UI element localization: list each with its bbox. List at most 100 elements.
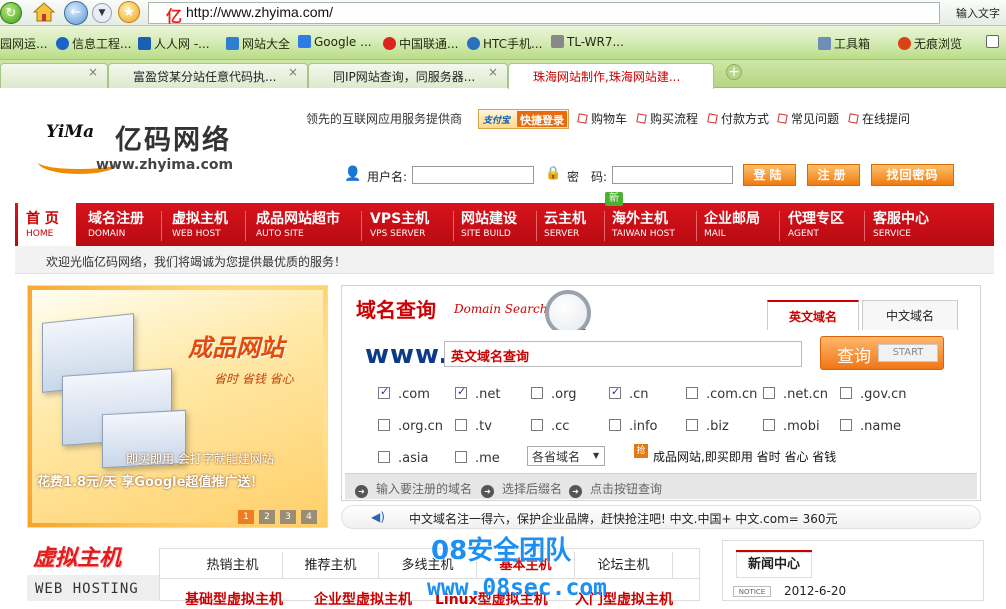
tld-checkbox[interactable]: .biz — [686, 419, 729, 434]
nav-overseas-host[interactable]: 海外主机 TAIWAN HOST — [612, 203, 696, 246]
username-input[interactable] — [412, 166, 534, 184]
bookmark-item[interactable]: 网站大全 — [226, 35, 290, 52]
checkbox[interactable] — [531, 387, 543, 399]
purchase-flow-link[interactable]: 购买流程 — [636, 110, 698, 127]
history-dropdown-icon[interactable]: ▼ — [92, 3, 112, 23]
bookmark-item[interactable]: HTC手机... — [467, 35, 542, 52]
bookmark-item[interactable]: 中国联通... — [383, 35, 458, 52]
browser-tab[interactable]: 富盈贷某分站任意代码执... — [108, 63, 308, 88]
cart-link[interactable]: 购物车 — [577, 110, 627, 127]
tld-checkbox[interactable]: .com.cn — [686, 387, 757, 402]
tld-checkbox[interactable]: .info — [609, 419, 658, 434]
checkbox[interactable] — [840, 387, 852, 399]
banner-page-2[interactable]: 2 — [259, 510, 275, 524]
checkbox[interactable] — [455, 419, 467, 431]
user-icon: 👤 — [344, 166, 362, 182]
browser-tab[interactable]: 同IP网站查询，同服务器... — [308, 63, 508, 88]
news-center-tab[interactable]: 新闻中心 — [736, 552, 812, 578]
recover-password-button[interactable]: 找回密码 — [871, 164, 954, 186]
checkbox[interactable] — [531, 419, 543, 431]
checkbox-checked[interactable] — [609, 385, 621, 399]
tab-english-domain[interactable]: 英文域名 — [767, 300, 859, 330]
nav-web-host[interactable]: 虚拟主机 WEB HOST — [172, 203, 250, 246]
checkbox-checked[interactable] — [378, 385, 390, 399]
close-tab-icon[interactable]: × — [488, 65, 498, 79]
payment-link[interactable]: 付款方式 — [707, 110, 769, 127]
tab-recommended-hosting[interactable]: 推荐主机 — [283, 552, 379, 579]
bookmark-item[interactable]: 工具箱 — [818, 35, 870, 52]
url-text[interactable]: http://www.zhyima.com/ — [186, 4, 333, 20]
domain-query-button[interactable]: 查询 START — [820, 336, 944, 370]
close-tab-icon[interactable]: × — [88, 65, 98, 79]
welcome-text: 欢迎光临亿码网络，我们将竭诚为您提供最优质的服务！ — [46, 255, 347, 269]
banner-page-3[interactable]: 3 — [280, 510, 296, 524]
browser-search-input[interactable]: 输入文字 — [956, 5, 1000, 21]
tld-checkbox[interactable]: .net — [455, 385, 500, 402]
nav-auto-site[interactable]: 成品网站超市 AUTO SITE — [256, 203, 361, 246]
tld-checkbox[interactable]: .cn — [609, 385, 649, 402]
nav-domain[interactable]: 域名注册 DOMAIN — [88, 203, 166, 246]
banner-page-4[interactable]: 4 — [301, 510, 317, 524]
nav-home[interactable]: 首 页 HOME — [18, 203, 76, 246]
tld-checkbox[interactable]: .net.cn — [763, 387, 828, 402]
checkbox[interactable] — [763, 387, 775, 399]
tld-checkbox[interactable]: .name — [840, 419, 901, 434]
nav-service[interactable]: 客服中心 SERVICE — [873, 203, 953, 246]
tld-checkbox[interactable]: .gov.cn — [840, 387, 907, 402]
browser-tab-active[interactable]: 珠海网站制作,珠海网站建... — [508, 63, 714, 89]
chevron-down-icon[interactable]: ▼ — [593, 451, 599, 460]
promo-banner[interactable] — [27, 285, 328, 528]
nav-agent[interactable]: 代理专区 AGENT — [788, 203, 858, 246]
ask-online-link[interactable]: 在线提问 — [848, 110, 910, 127]
checkbox[interactable] — [455, 451, 467, 463]
domain-search-input[interactable]: 英文域名查询 — [444, 341, 802, 367]
bookmark-item[interactable]: 信息工程... — [56, 35, 131, 52]
tld-checkbox[interactable]: .mobi — [763, 419, 820, 434]
bookmark-item[interactable]: 园网运... — [0, 35, 47, 52]
tld-checkbox[interactable]: .me — [455, 451, 500, 466]
checkbox[interactable] — [378, 419, 390, 431]
close-tab-icon[interactable]: × — [288, 65, 298, 79]
nav-cloud-server[interactable]: 云主机 SERVER — [544, 203, 604, 246]
register-button[interactable]: 注册 — [807, 164, 860, 186]
login-button[interactable]: 登陆 — [743, 164, 796, 186]
bookmark-item[interactable]: 无痕浏览 — [898, 35, 962, 52]
favorites-star-icon[interactable]: ★ — [118, 1, 140, 23]
checkbox[interactable] — [840, 419, 852, 431]
checkbox[interactable] — [686, 387, 698, 399]
alipay-login-button[interactable]: 支付宝 快捷登录 — [478, 109, 569, 129]
tld-checkbox[interactable]: .org — [531, 387, 576, 402]
nav-mail[interactable]: 企业邮局 MAIL — [704, 203, 774, 246]
banner-page-1[interactable]: 1 — [238, 510, 254, 524]
bookmark-item[interactable]: 人人网 -... — [138, 35, 210, 52]
tld-checkbox[interactable]: .org.cn — [378, 419, 443, 434]
checkbox[interactable] — [686, 419, 698, 431]
nav-vps[interactable]: VPS主机 VPS SERVER — [370, 203, 454, 246]
checkbox[interactable] — [378, 451, 390, 463]
password-input[interactable] — [612, 166, 733, 184]
back-icon[interactable]: ← — [64, 1, 88, 25]
tld-checkbox[interactable]: .asia — [378, 451, 428, 466]
checkbox[interactable] — [763, 419, 775, 431]
hosting-product[interactable]: 基础型虚拟主机 — [185, 589, 283, 609]
promo-link[interactable]: 成品网站,即买即用 省时 省心 省钱 — [653, 448, 836, 465]
refresh-icon[interactable]: ↻ — [0, 2, 22, 24]
logo-name[interactable]: 亿码网络 — [115, 118, 231, 157]
home-icon[interactable] — [32, 1, 56, 23]
window-icon[interactable] — [986, 35, 1002, 49]
tab-chinese-domain[interactable]: 中文域名 — [862, 300, 958, 330]
bookmark-icon — [383, 37, 396, 50]
faq-link[interactable]: 常见问题 — [777, 110, 839, 127]
tld-checkbox[interactable]: .com — [378, 385, 430, 402]
nav-site-build[interactable]: 网站建设 SITE BUILD — [461, 203, 537, 246]
bookmark-item[interactable]: TL-WR7... — [551, 35, 624, 49]
new-tab-icon[interactable]: + — [726, 64, 742, 80]
checkbox-checked[interactable] — [455, 385, 467, 399]
notice-text[interactable]: 中文域名注一得六，保护企业品牌，赶快抢注吧! 中文.中国+ 中文.com= 36… — [409, 510, 838, 527]
tab-hot-hosting[interactable]: 热销主机 — [183, 552, 283, 579]
tld-checkbox[interactable]: .cc — [531, 419, 569, 434]
checkbox[interactable] — [609, 419, 621, 431]
hosting-product[interactable]: 企业型虚拟主机 — [314, 589, 412, 609]
bookmark-item[interactable]: Google ... — [298, 35, 372, 49]
tld-checkbox[interactable]: .tv — [455, 419, 492, 434]
